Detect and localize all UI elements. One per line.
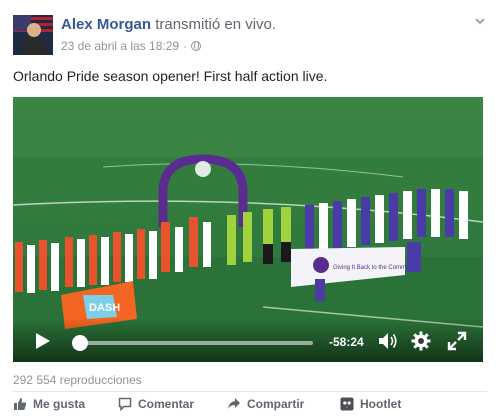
like-icon bbox=[14, 398, 27, 410]
post-header: Alex Morgan transmitió en vivo. 23 de ab… bbox=[13, 13, 490, 59]
gear-icon[interactable] bbox=[411, 331, 431, 351]
like-label: Me gusta bbox=[33, 397, 86, 411]
comment-label: Comentar bbox=[138, 397, 195, 411]
divider bbox=[13, 391, 487, 392]
avatar[interactable] bbox=[13, 15, 53, 55]
post-text: Orlando Pride season opener! First half … bbox=[13, 68, 328, 84]
facebook-post: Alex Morgan transmitió en vivo. 23 de ab… bbox=[0, 0, 500, 417]
post-actions: Me gusta Comentar Compartir Hootlet bbox=[13, 397, 487, 415]
fullscreen-icon[interactable] bbox=[447, 331, 467, 351]
author-line: Alex Morgan transmitió en vivo. bbox=[61, 16, 276, 33]
comment-icon bbox=[118, 397, 132, 411]
author-name[interactable]: Alex Morgan bbox=[61, 16, 151, 33]
share-button[interactable]: Compartir bbox=[227, 397, 304, 411]
post-timestamp[interactable]: 23 de abril a las 18:29 bbox=[61, 39, 179, 53]
volume-icon[interactable] bbox=[378, 332, 398, 350]
video-player[interactable]: Giving It Back to the Community DASH -58… bbox=[13, 97, 483, 362]
meta-separator: · bbox=[183, 39, 188, 53]
video-controls: -58:24 bbox=[13, 318, 483, 362]
post-action-text: transmitió en vivo. bbox=[155, 16, 277, 33]
share-icon bbox=[228, 398, 240, 409]
banner-text: Giving It Back to the Community bbox=[333, 265, 419, 271]
hootlet-button[interactable]: Hootlet bbox=[340, 397, 401, 411]
like-button[interactable]: Me gusta bbox=[13, 397, 85, 411]
post-meta: 23 de abril a las 18:29 · bbox=[61, 39, 202, 53]
dash-sign-text: DASH bbox=[89, 302, 120, 314]
play-icon[interactable] bbox=[35, 332, 51, 350]
hootlet-label: Hootlet bbox=[360, 397, 402, 411]
view-count[interactable]: 292 554 reproducciones bbox=[13, 373, 142, 387]
share-label: Compartir bbox=[247, 397, 305, 411]
globe-icon bbox=[191, 41, 202, 51]
chevron-down-icon[interactable] bbox=[474, 15, 486, 27]
time-remaining: -58:24 bbox=[329, 335, 364, 349]
hootlet-icon bbox=[340, 397, 354, 411]
progress-bar[interactable] bbox=[72, 335, 313, 351]
comment-button[interactable]: Comentar bbox=[118, 397, 194, 411]
progress-knob[interactable] bbox=[72, 335, 89, 351]
